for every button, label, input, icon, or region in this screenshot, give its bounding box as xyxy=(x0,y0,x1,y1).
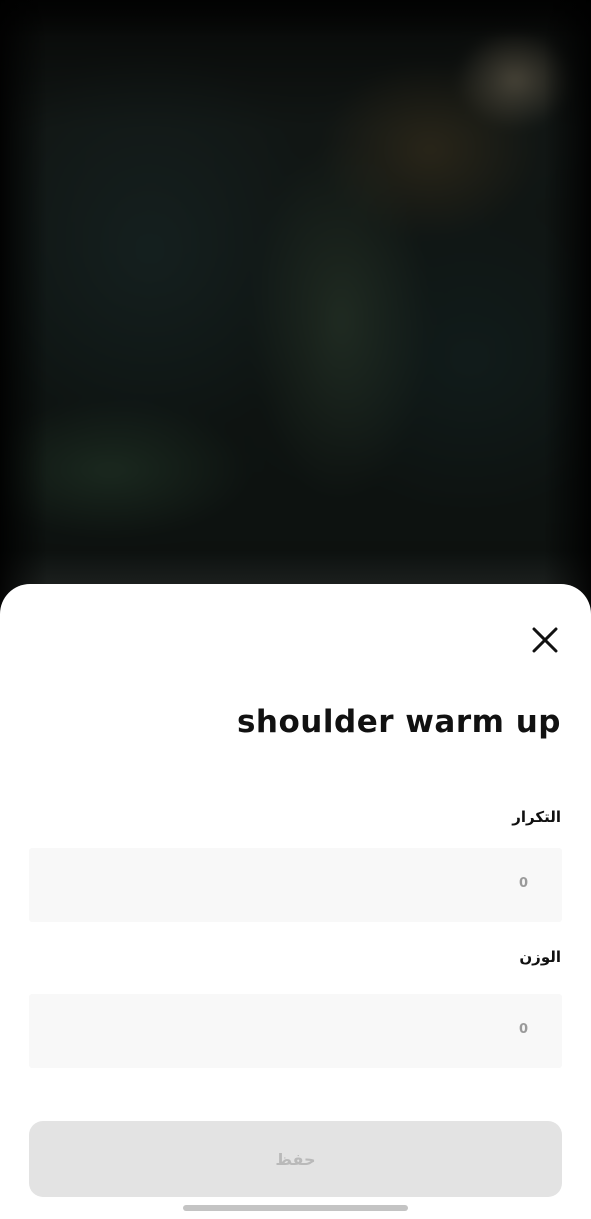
background-vignette xyxy=(0,0,591,640)
home-indicator xyxy=(183,1205,408,1211)
weight-label: الوزن xyxy=(519,948,561,966)
weight-input[interactable]: 0 xyxy=(29,994,562,1068)
exercise-log-sheet: shoulder warm up التكرار 0 الوزن 0 حفظ xyxy=(0,584,591,1219)
reps-input[interactable]: 0 xyxy=(29,848,562,922)
save-button[interactable]: حفظ xyxy=(29,1121,562,1197)
close-icon xyxy=(532,627,558,653)
weight-value: 0 xyxy=(518,1022,528,1037)
reps-value: 0 xyxy=(518,876,528,891)
screen: shoulder warm up التكرار 0 الوزن 0 حفظ xyxy=(0,0,591,1219)
reps-label: التكرار xyxy=(512,808,561,826)
save-button-label: حفظ xyxy=(275,1149,316,1169)
close-button[interactable] xyxy=(529,624,561,656)
exercise-title: shoulder warm up xyxy=(236,704,561,740)
